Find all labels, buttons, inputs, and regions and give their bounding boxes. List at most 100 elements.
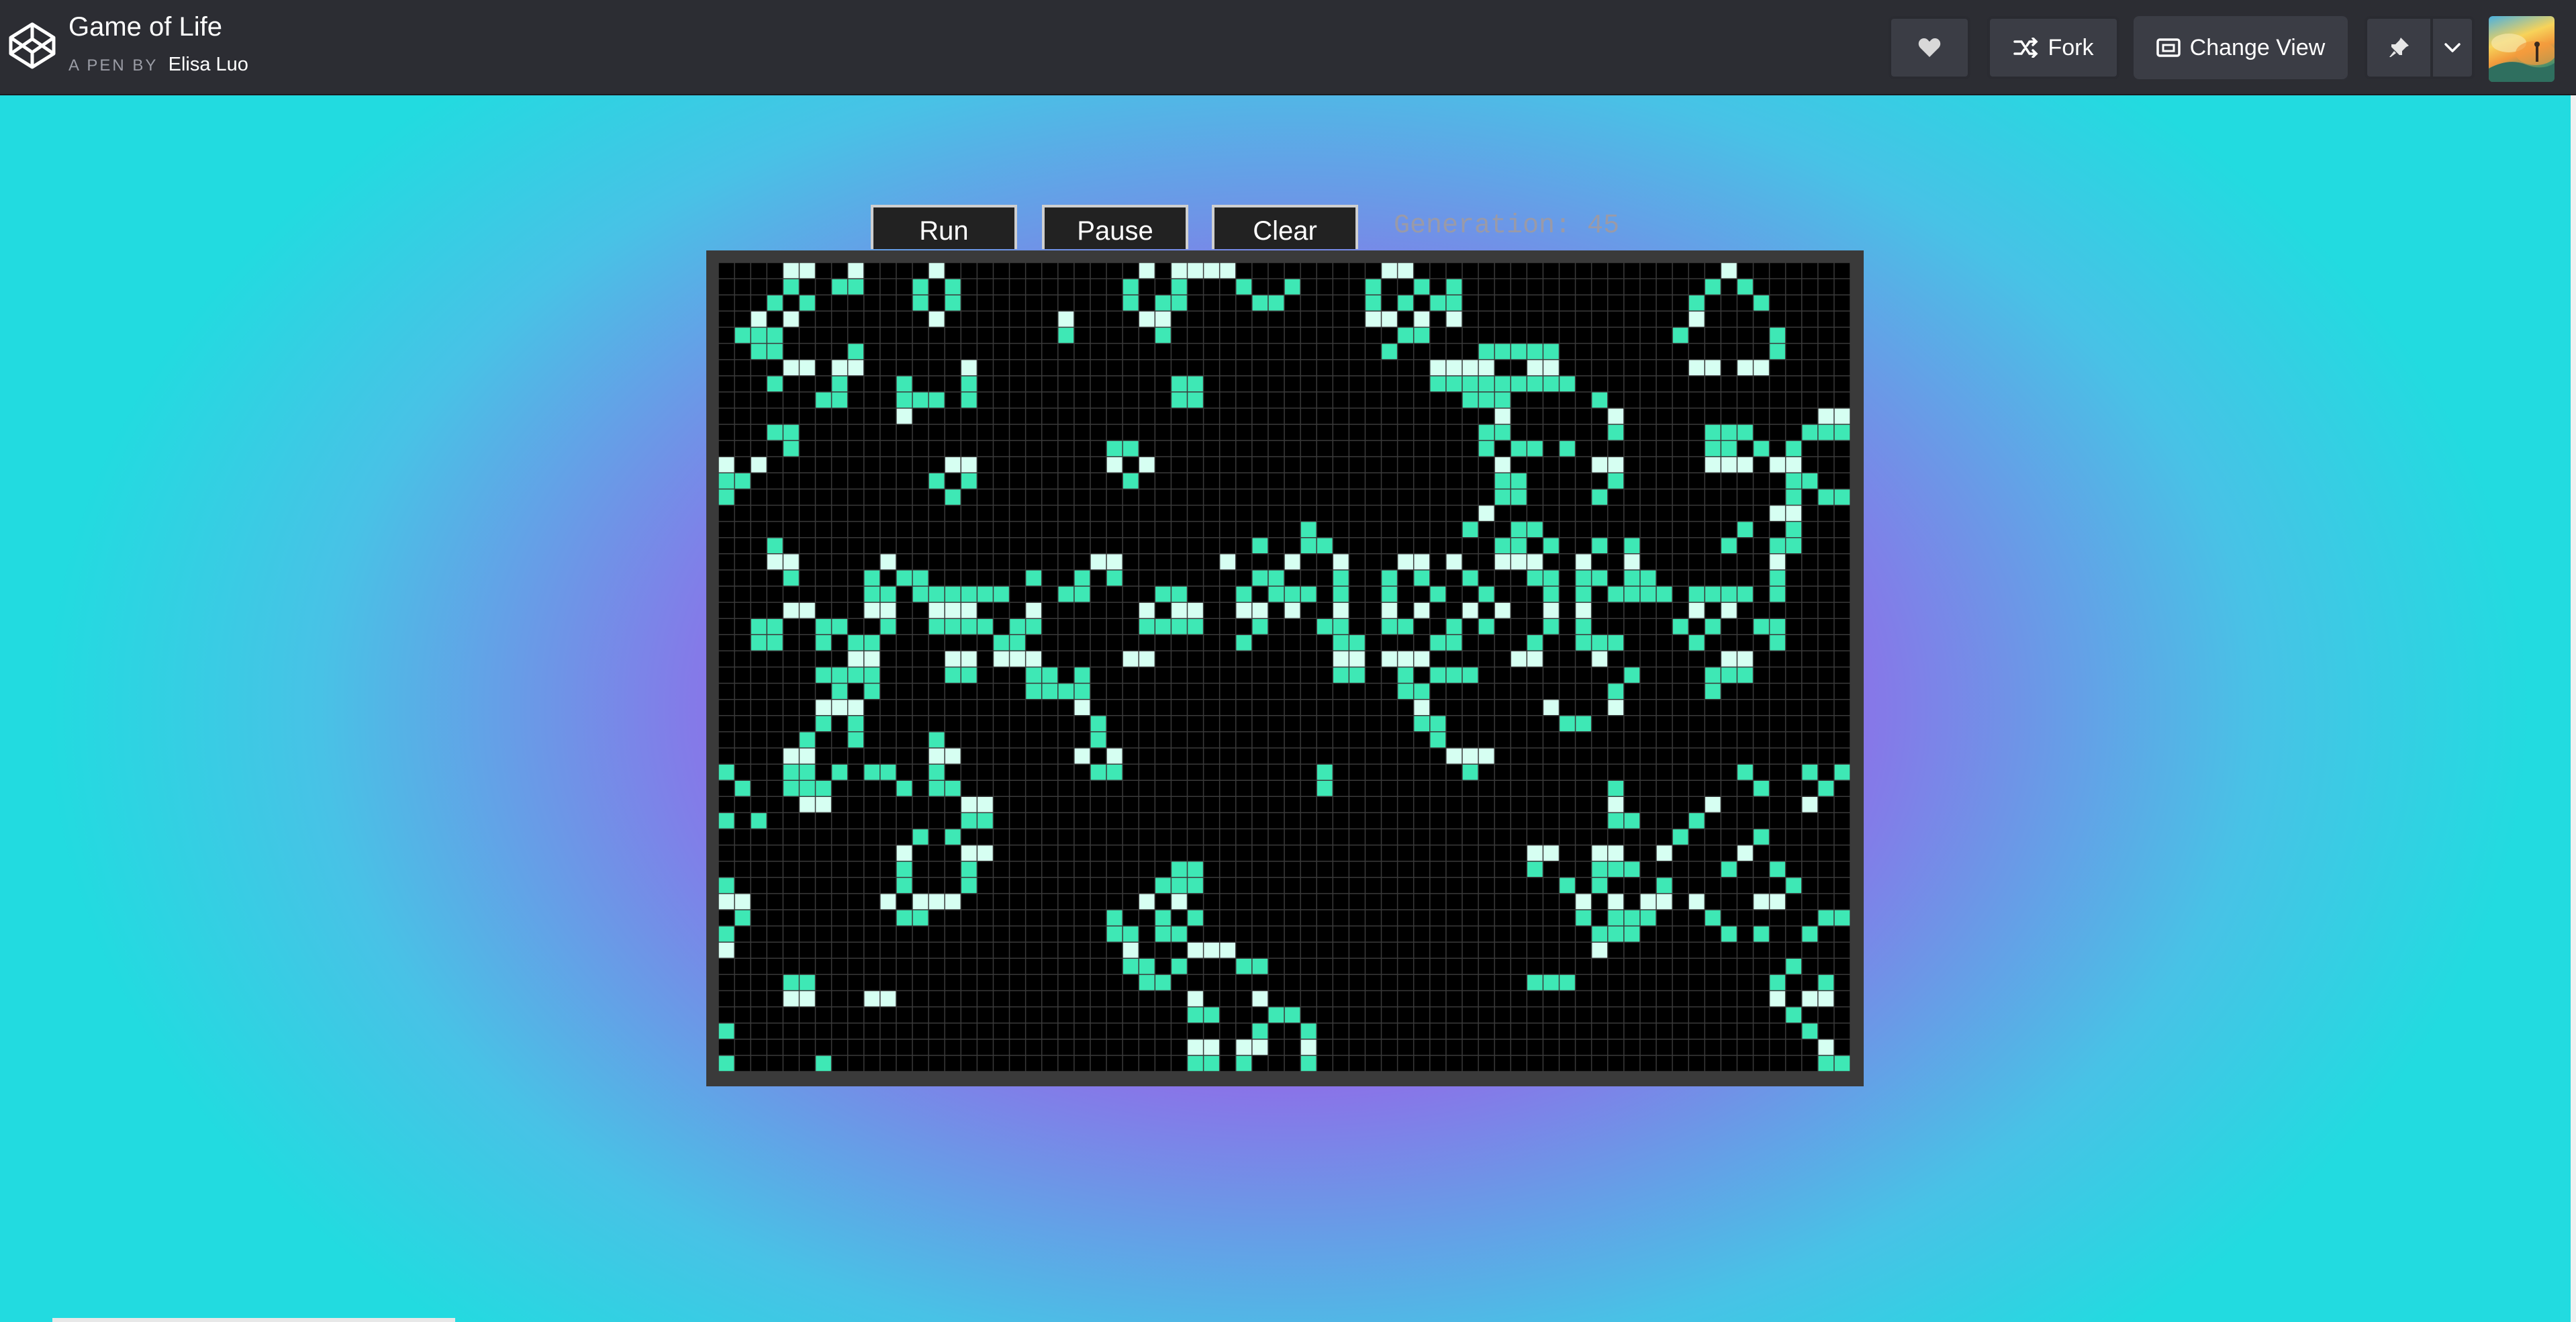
live-cell[interactable] [1817, 1039, 1834, 1055]
live-cell[interactable] [1090, 731, 1107, 748]
live-cell[interactable] [1817, 990, 1834, 1007]
live-cell[interactable] [1041, 683, 1058, 700]
live-cell[interactable] [1284, 553, 1301, 570]
live-cell[interactable] [1025, 667, 1042, 683]
live-cell[interactable] [879, 553, 896, 570]
live-cell[interactable] [1413, 699, 1430, 716]
live-cell[interactable] [1429, 586, 1446, 603]
live-cell[interactable] [928, 602, 945, 619]
live-cell[interactable] [1672, 829, 1689, 845]
live-cell[interactable] [1656, 893, 1673, 910]
live-cell[interactable] [799, 295, 816, 312]
live-cell[interactable] [1284, 602, 1301, 619]
live-cell[interactable] [1543, 586, 1560, 603]
live-cell[interactable] [1769, 634, 1786, 651]
live-cell[interactable] [1478, 505, 1495, 522]
live-cell[interactable] [1155, 877, 1172, 894]
live-cell[interactable] [1025, 569, 1042, 586]
live-cell[interactable] [896, 569, 913, 586]
live-cell[interactable] [1171, 295, 1188, 312]
live-cell[interactable] [1365, 311, 1382, 328]
live-cell[interactable] [1688, 893, 1705, 910]
live-cell[interactable] [1575, 602, 1592, 619]
live-cell[interactable] [783, 602, 800, 619]
live-cell[interactable] [1607, 812, 1624, 829]
live-cell[interactable] [961, 473, 977, 489]
live-cell[interactable] [1753, 618, 1770, 635]
live-cell[interactable] [1478, 359, 1495, 376]
live-cell[interactable] [1623, 926, 1640, 943]
live-cell[interactable] [1591, 537, 1608, 554]
live-cell[interactable] [1543, 974, 1560, 991]
live-cell[interactable] [1527, 440, 1543, 457]
live-cell[interactable] [1833, 910, 1850, 927]
live-cell[interactable] [718, 926, 735, 943]
live-cell[interactable] [1511, 521, 1527, 538]
live-cell[interactable] [961, 391, 977, 408]
live-cell[interactable] [961, 602, 977, 619]
live-cell[interactable] [863, 667, 880, 683]
live-cell[interactable] [1171, 375, 1188, 392]
live-cell[interactable] [961, 375, 977, 392]
live-cell[interactable] [1155, 295, 1172, 312]
live-cell[interactable] [945, 489, 961, 506]
live-cell[interactable] [1025, 618, 1042, 635]
live-cell[interactable] [1203, 1055, 1220, 1072]
live-cell[interactable] [1591, 634, 1608, 651]
live-cell[interactable] [734, 893, 751, 910]
live-cell[interactable] [767, 375, 783, 392]
live-cell[interactable] [815, 667, 832, 683]
live-cell[interactable] [1251, 1039, 1268, 1055]
live-cell[interactable] [1494, 602, 1511, 619]
live-cell[interactable] [1478, 375, 1495, 392]
live-cell[interactable] [961, 667, 977, 683]
live-cell[interactable] [1559, 375, 1576, 392]
live-cell[interactable] [1090, 764, 1107, 781]
live-cell[interactable] [1623, 586, 1640, 603]
live-cell[interactable] [1721, 457, 1737, 473]
live-cell[interactable] [1251, 295, 1268, 312]
live-cell[interactable] [1705, 586, 1721, 603]
live-cell[interactable] [1769, 861, 1786, 878]
live-cell[interactable] [1381, 651, 1398, 667]
live-cell[interactable] [1817, 489, 1834, 506]
live-cell[interactable] [1171, 391, 1188, 408]
live-cell[interactable] [1785, 958, 1802, 975]
live-cell[interactable] [1737, 845, 1754, 861]
live-cell[interactable] [1187, 910, 1204, 927]
live-cell[interactable] [1284, 586, 1301, 603]
live-cell[interactable] [1381, 618, 1398, 635]
live-cell[interactable] [879, 990, 896, 1007]
live-cell[interactable] [767, 295, 783, 312]
live-cell[interactable] [1639, 569, 1656, 586]
live-cell[interactable] [718, 764, 735, 781]
live-cell[interactable] [1171, 602, 1188, 619]
live-cell[interactable] [1429, 731, 1446, 748]
live-cell[interactable] [1187, 1055, 1204, 1072]
live-cell[interactable] [1721, 861, 1737, 878]
live-cell[interactable] [1413, 715, 1430, 732]
live-cell[interactable] [1527, 569, 1543, 586]
live-cell[interactable] [1672, 618, 1689, 635]
live-cell[interactable] [1445, 295, 1462, 312]
live-cell[interactable] [831, 359, 848, 376]
live-cell[interactable] [751, 812, 767, 829]
live-cell[interactable] [928, 731, 945, 748]
live-cell[interactable] [1785, 537, 1802, 554]
live-cell[interactable] [1235, 279, 1252, 295]
live-cell[interactable] [1527, 343, 1543, 360]
codepen-logo-icon[interactable] [8, 21, 56, 70]
live-cell[interactable] [1268, 586, 1284, 603]
live-cell[interactable] [751, 457, 767, 473]
live-cell[interactable] [1171, 586, 1188, 603]
live-cell[interactable] [961, 651, 977, 667]
live-cell[interactable] [1494, 457, 1511, 473]
live-cell[interactable] [961, 812, 977, 829]
live-cell[interactable] [1235, 602, 1252, 619]
live-cell[interactable] [1817, 408, 1834, 424]
live-cell[interactable] [767, 634, 783, 651]
live-cell[interactable] [1106, 569, 1123, 586]
live-cell[interactable] [1737, 667, 1754, 683]
live-cell[interactable] [1769, 327, 1786, 344]
live-cell[interactable] [1219, 263, 1236, 279]
